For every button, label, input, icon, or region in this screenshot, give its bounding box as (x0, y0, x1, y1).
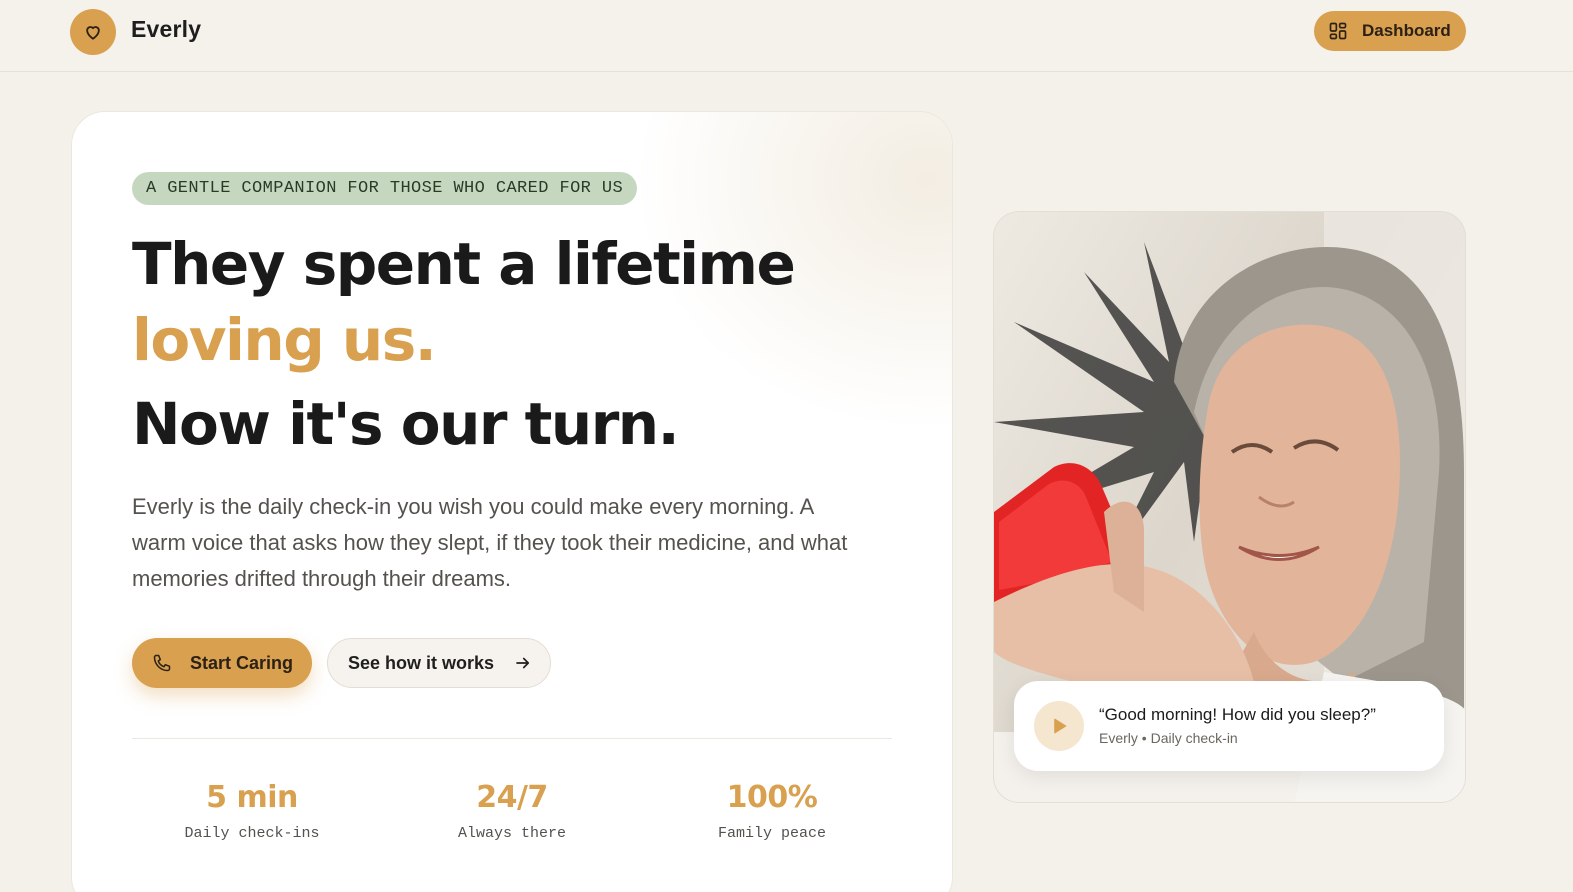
play-button[interactable] (1034, 701, 1084, 751)
tagline-badge: A GENTLE COMPANION FOR THOSE WHO CARED F… (132, 172, 638, 205)
top-nav: Everly Dashboard (0, 0, 1573, 72)
dashboard-label: Dashboard (1362, 21, 1451, 40)
stat-value: 100% (726, 780, 818, 815)
see-how-it-works-button[interactable]: See how it works (327, 638, 551, 688)
voice-bubble: “Good morning! How did you sleep?” Everl… (1014, 681, 1444, 771)
bubble-meta: Everly • Daily check-in (1099, 730, 1238, 746)
dashboard-button[interactable]: Dashboard (1314, 11, 1466, 51)
arrow-right-icon (516, 657, 530, 669)
stat-item: 5 min Daily check-ins (132, 780, 372, 842)
stat-value: 24/7 (476, 780, 548, 815)
stat-item: 100% Family peace (652, 780, 892, 842)
heart-icon (86, 26, 100, 40)
stat-item: 24/7 Always there (392, 780, 632, 842)
start-caring-label: Start Caring (190, 652, 294, 673)
stats-divider (132, 738, 892, 739)
hero-lead: Everly is the daily check-in you wish yo… (132, 494, 848, 591)
headline-line-2: loving us. (132, 306, 437, 374)
stat-label: Family peace (717, 825, 827, 842)
start-caring-button[interactable]: Start Caring (132, 638, 312, 688)
stat-value: 5 min (206, 780, 298, 815)
brand-name[interactable]: Everly (131, 16, 201, 43)
phone-icon (153, 654, 171, 672)
see-how-label: See how it works (348, 652, 495, 673)
headline-line-3: Now it's our turn. (132, 390, 680, 458)
grid-icon (1329, 22, 1347, 40)
bubble-quote: “Good morning! How did you sleep?” (1099, 705, 1376, 724)
logo-mark[interactable] (70, 9, 116, 55)
hero-card: A GENTLE COMPANION FOR THOSE WHO CARED F… (71, 111, 953, 892)
stat-label: Always there (457, 825, 567, 842)
headline-line-1: They spent a lifetime (132, 230, 796, 298)
play-icon (1054, 718, 1067, 734)
stat-label: Daily check-ins (184, 825, 320, 842)
